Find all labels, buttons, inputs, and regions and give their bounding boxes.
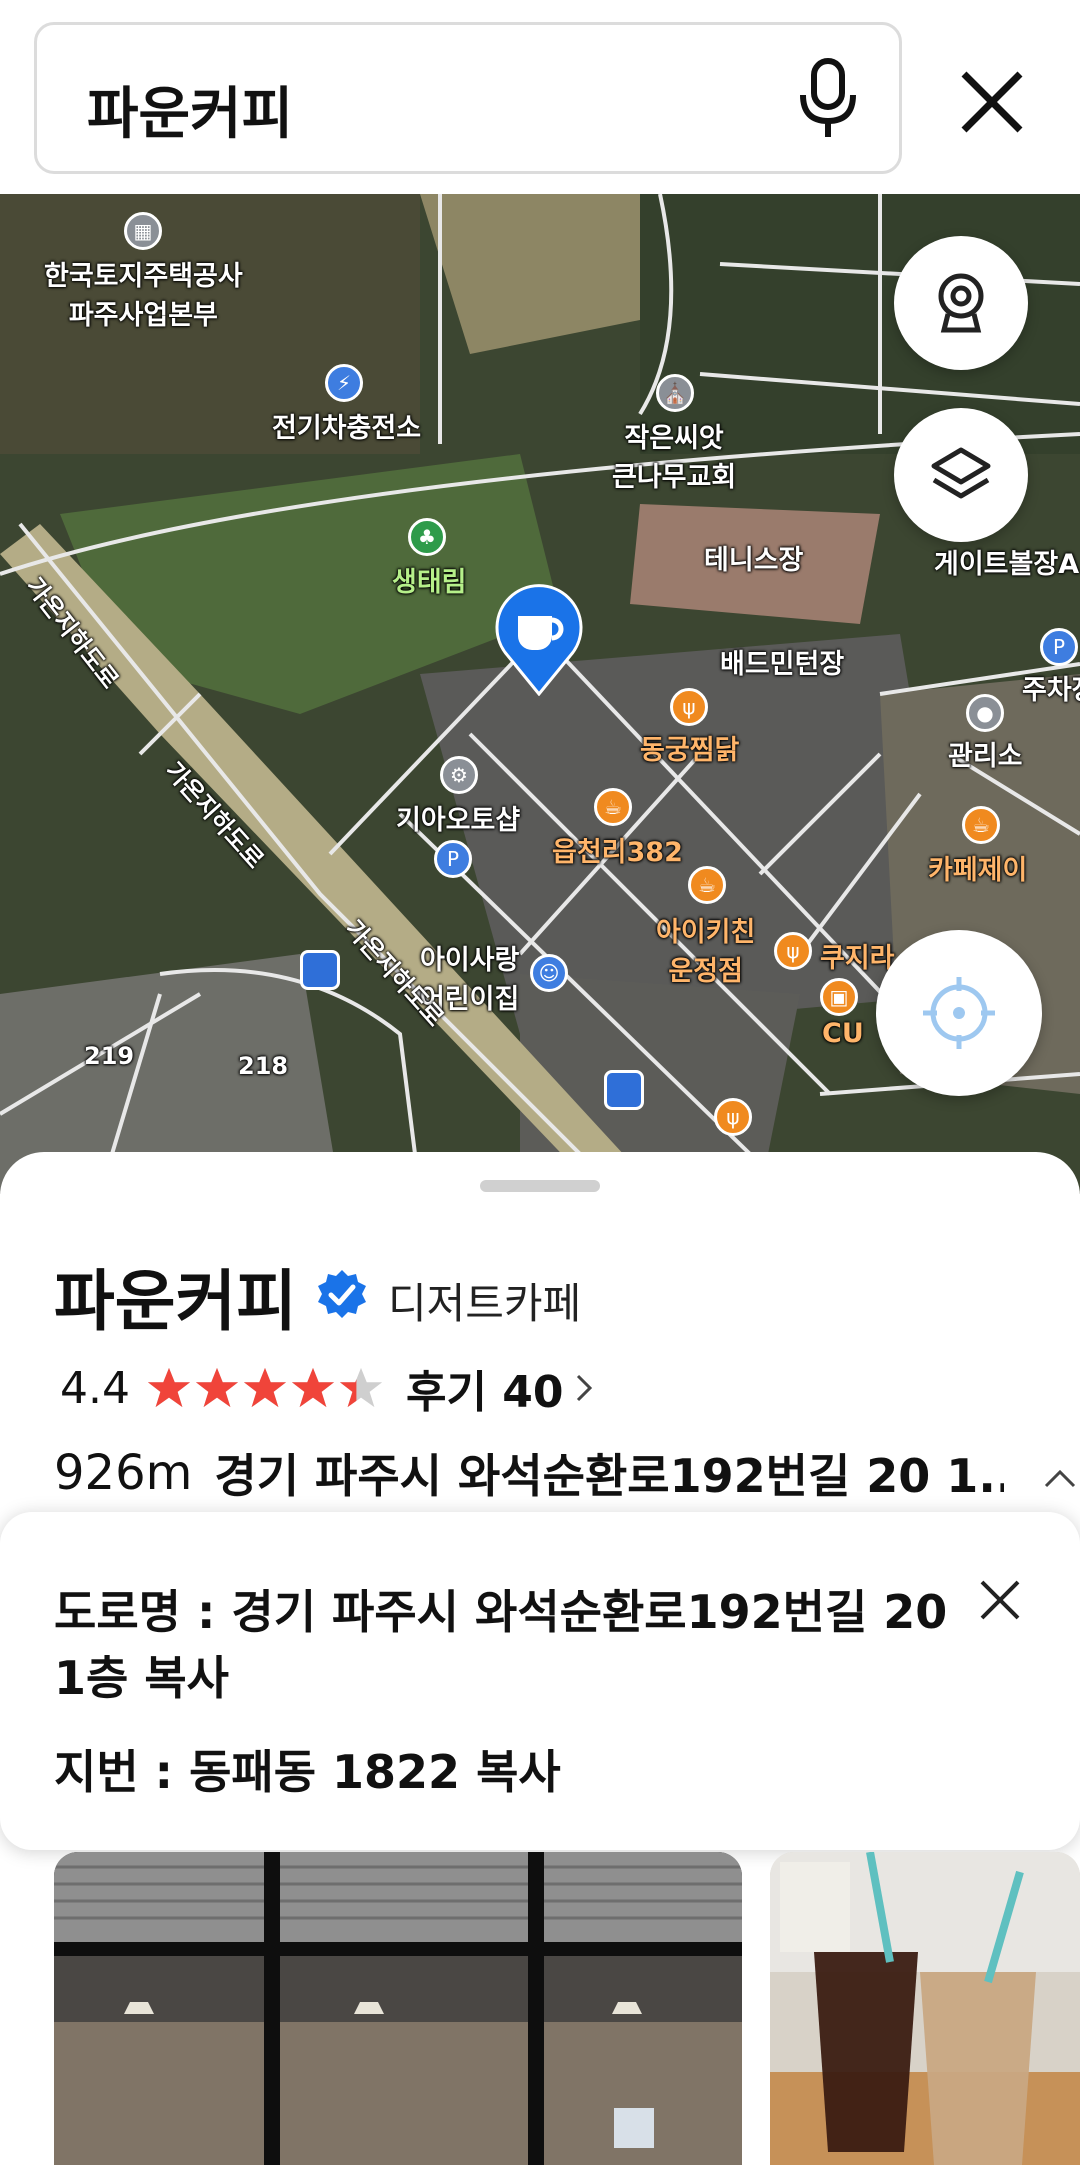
- map-label-ev[interactable]: 전기차충전소: [272, 406, 421, 445]
- parking-icon[interactable]: P: [434, 840, 472, 878]
- star-icon: [195, 1367, 239, 1408]
- map-label-lh[interactable]: 한국토지주택공사 파주사업본부: [44, 254, 243, 332]
- map-label-tennis[interactable]: 테니스장: [704, 538, 803, 577]
- locate-icon: [923, 977, 995, 1049]
- church-icon[interactable]: ⛪: [656, 374, 694, 412]
- cctv-icon: [938, 273, 984, 333]
- close-icon[interactable]: [942, 52, 1042, 152]
- rating-row[interactable]: 4.4 후기 40: [60, 1358, 596, 1418]
- tree-icon[interactable]: ♣: [408, 518, 446, 556]
- cafe-icon[interactable]: ☕: [962, 806, 1000, 844]
- map-label-gate[interactable]: 게이트볼장A: [934, 542, 1079, 581]
- photo-coffee: [770, 1852, 1080, 2165]
- map-label-kuji[interactable]: 쿠지라: [820, 936, 895, 975]
- drag-handle[interactable]: [480, 1180, 600, 1192]
- map-view[interactable]: 한국토지주택공사 파주사업본부 ▦ ⚡ 전기차충전소 ⛪ 작은씨앗 큰나무교회 …: [0, 194, 1080, 1194]
- place-category: 디저트카페: [388, 1279, 582, 1328]
- star-icon: [339, 1367, 383, 1408]
- review-count[interactable]: 후기 40: [406, 1356, 564, 1420]
- search-input[interactable]: 파운커피: [34, 22, 902, 174]
- search-query: 파운커피: [87, 82, 294, 147]
- map-label-cu[interactable]: CU: [822, 1018, 864, 1049]
- star-icon: [147, 1367, 191, 1408]
- top-bar: 파운커피: [0, 0, 1080, 194]
- restaurant-icon[interactable]: ψ: [714, 1098, 752, 1136]
- road-address-copy[interactable]: 1층 복사: [54, 1642, 229, 1708]
- ev-charger-icon[interactable]: ⚡: [325, 364, 363, 402]
- address-short: 경기 파주시 와석순환로192번길 20 1...: [214, 1449, 1005, 1503]
- car-repair-icon[interactable]: ⚙: [440, 756, 478, 794]
- office-icon[interactable]: ●: [966, 694, 1004, 732]
- map-label-cafe-j[interactable]: 카페제이: [928, 848, 1027, 887]
- daycare-icon[interactable]: ☺: [530, 954, 568, 992]
- layers-icon: [931, 447, 991, 499]
- rating-stars: [146, 1365, 384, 1411]
- cafe-icon[interactable]: ☕: [594, 788, 632, 826]
- selected-place-pin[interactable]: [494, 584, 584, 696]
- convenience-store-icon[interactable]: ▣: [820, 978, 858, 1016]
- microphone-icon[interactable]: [783, 53, 873, 143]
- bus-stop-icon[interactable]: [300, 950, 340, 990]
- layers-button[interactable]: [894, 408, 1028, 542]
- restaurant-icon[interactable]: ψ: [774, 932, 812, 970]
- star-icon: [291, 1367, 335, 1408]
- parking-icon[interactable]: P: [1040, 628, 1078, 666]
- map-label-parking[interactable]: 주차장: [1022, 668, 1080, 707]
- map-label-donggung[interactable]: 동궁찜닭: [640, 728, 739, 767]
- close-icon[interactable]: [976, 1576, 1024, 1624]
- map-label-eupcheon[interactable]: 읍천리382: [552, 830, 683, 869]
- photo-storefront: [54, 1852, 742, 2165]
- cafe-icon[interactable]: ☕: [688, 866, 726, 904]
- address-detail-popup: 도로명 : 경기 파주시 와석순환로192번길 20 1층 복사 지번 : 동패…: [0, 1512, 1080, 1850]
- road-address[interactable]: 도로명 : 경기 파주시 와석순환로192번길 20: [54, 1576, 947, 1642]
- chevron-up-icon[interactable]: [1042, 1466, 1078, 1490]
- restaurant-icon[interactable]: ψ: [670, 688, 708, 726]
- map-label-219: 219: [84, 1042, 135, 1070]
- lot-address[interactable]: 지번 : 동패동 1822 복사: [54, 1736, 561, 1802]
- verified-badge-icon: [318, 1270, 366, 1318]
- address-row[interactable]: 926m 경기 파주시 와석순환로192번길 20 1...: [54, 1440, 1076, 1506]
- cctv-button[interactable]: [894, 236, 1028, 370]
- map-label-church[interactable]: 작은씨앗 큰나무교회: [612, 416, 736, 494]
- place-name: 파운커피: [54, 1263, 297, 1340]
- rating-value: 4.4: [60, 1362, 130, 1414]
- distance: 926m: [54, 1445, 193, 1501]
- map-label-kia[interactable]: 기아오토샵: [396, 798, 520, 837]
- map-label-badminton[interactable]: 배드민턴장: [720, 642, 844, 681]
- star-icon: [243, 1367, 287, 1408]
- locate-button[interactable]: [876, 930, 1042, 1096]
- chevron-right-icon: [576, 1374, 592, 1402]
- place-photo[interactable]: [770, 1852, 1080, 2165]
- building-icon[interactable]: ▦: [124, 212, 162, 250]
- map-label-aikitchen[interactable]: 아이키친 운정점: [656, 910, 755, 988]
- map-label-manage[interactable]: 관리소: [948, 734, 1023, 773]
- bus-stop-icon[interactable]: [604, 1070, 644, 1110]
- place-photo[interactable]: [54, 1852, 742, 2165]
- map-label-218: 218: [238, 1052, 289, 1080]
- map-label-eco[interactable]: 생태림: [392, 560, 467, 599]
